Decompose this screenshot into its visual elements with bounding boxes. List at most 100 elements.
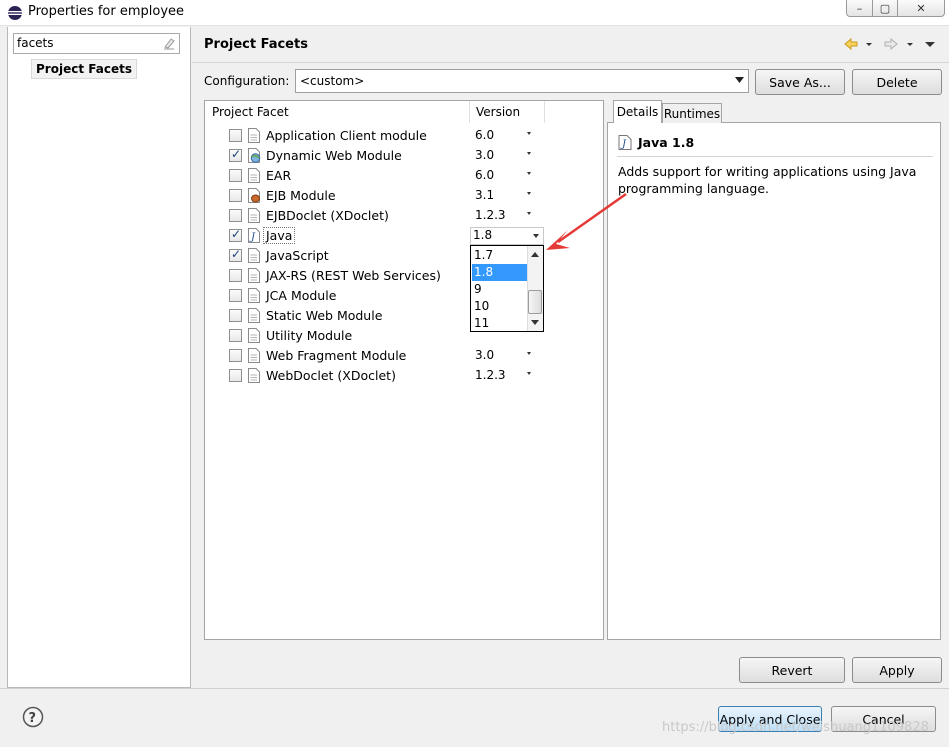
column-header-version[interactable]: Version xyxy=(470,101,545,123)
facet-checkbox[interactable] xyxy=(229,189,242,202)
table-row[interactable]: Application Client module 6.0 xyxy=(205,125,603,145)
chevron-down-icon[interactable] xyxy=(527,192,531,195)
facet-name: Dynamic Web Module xyxy=(266,148,402,163)
version-option[interactable]: 1.8 xyxy=(472,264,527,281)
table-row[interactable]: Dynamic Web Module 3.0 xyxy=(205,145,603,165)
facet-name: EJBDoclet (XDoclet) xyxy=(266,208,389,223)
details-panel xyxy=(607,122,941,640)
facet-checkbox[interactable] xyxy=(229,269,242,282)
facet-name: JAX-RS (REST Web Services) xyxy=(266,268,441,283)
facet-name: JavaScript xyxy=(266,248,329,263)
facet-name: Application Client module xyxy=(266,128,427,143)
back-menu-chevron-down-icon[interactable] xyxy=(864,36,874,52)
chevron-down-icon[interactable] xyxy=(527,352,531,355)
bean-icon xyxy=(247,188,261,203)
close-button[interactable]: ✕ xyxy=(897,0,945,17)
page-title: Project Facets xyxy=(204,37,308,52)
chevron-down-icon[interactable] xyxy=(735,77,744,83)
details-description: Adds support for writing applications us… xyxy=(618,164,917,196)
facet-version[interactable]: 3.0 xyxy=(475,148,494,162)
page-icon xyxy=(247,208,261,223)
page-icon xyxy=(247,248,261,263)
minimize-button[interactable]: – xyxy=(846,0,873,17)
maximize-button[interactable]: ▢ xyxy=(872,0,898,17)
svg-text:J: J xyxy=(620,139,627,150)
facet-name: EAR xyxy=(266,168,292,183)
java-file-icon: J xyxy=(618,135,632,150)
chevron-down-icon[interactable] xyxy=(527,152,531,155)
facet-version[interactable]: 6.0 xyxy=(475,128,494,142)
header-divider xyxy=(192,62,949,63)
page-icon xyxy=(247,128,261,143)
window-title: Properties for employee xyxy=(28,4,185,19)
version-option[interactable]: 11 xyxy=(472,315,527,332)
back-arrow-icon[interactable] xyxy=(843,36,859,52)
footer-divider xyxy=(0,688,949,689)
delete-button[interactable]: Delete xyxy=(852,69,942,95)
clear-filter-icon[interactable] xyxy=(162,36,176,50)
facet-checkbox[interactable] xyxy=(229,147,242,162)
facet-checkbox[interactable] xyxy=(229,289,242,302)
chevron-down-icon[interactable] xyxy=(527,132,531,135)
filter-input-value: facets xyxy=(17,36,54,50)
facet-version[interactable]: 1.2.3 xyxy=(475,368,506,382)
facet-version[interactable]: 3.0 xyxy=(475,348,494,362)
facet-name: JCA Module xyxy=(266,288,337,303)
facet-checkbox[interactable] xyxy=(229,247,242,262)
configuration-label: Configuration: xyxy=(204,74,290,88)
facet-version[interactable]: 6.0 xyxy=(475,168,494,182)
facet-name: Java xyxy=(263,227,296,244)
page-icon xyxy=(247,168,261,183)
svg-text:?: ? xyxy=(29,711,37,726)
table-row[interactable]: Web Fragment Module 3.0 xyxy=(205,345,603,365)
forward-arrow-icon[interactable] xyxy=(883,36,899,52)
facet-name: WebDoclet (XDoclet) xyxy=(266,368,396,383)
tree-item-project-facets[interactable]: Project Facets xyxy=(31,59,137,79)
facet-name: Static Web Module xyxy=(266,308,383,323)
facet-checkbox[interactable] xyxy=(229,329,242,342)
tab-runtimes[interactable]: Runtimes xyxy=(662,103,722,123)
scroll-down-arrow-icon[interactable] xyxy=(531,320,539,326)
version-option[interactable]: 9 xyxy=(472,281,527,298)
facet-checkbox[interactable] xyxy=(229,369,242,382)
revert-button[interactable]: Revert xyxy=(739,657,845,683)
facet-checkbox[interactable] xyxy=(229,227,242,242)
java-version-select-value: 1.8 xyxy=(473,228,493,242)
facet-checkbox[interactable] xyxy=(229,209,242,222)
facet-checkbox[interactable] xyxy=(229,169,242,182)
svg-text:J: J xyxy=(249,232,256,243)
page-icon xyxy=(247,368,261,383)
chevron-down-icon[interactable] xyxy=(527,172,531,175)
forward-menu-chevron-down-icon[interactable] xyxy=(905,36,915,52)
configuration-select-value: <custom> xyxy=(300,74,365,88)
facet-checkbox[interactable] xyxy=(229,309,242,322)
page-icon xyxy=(247,308,261,323)
chevron-down-icon[interactable] xyxy=(527,212,531,215)
save-as-button[interactable]: Save As... xyxy=(755,69,845,95)
tab-details[interactable]: Details xyxy=(613,100,662,123)
page-icon xyxy=(247,288,261,303)
apply-button[interactable]: Apply xyxy=(852,657,942,683)
page-icon xyxy=(247,348,261,363)
facet-name: Web Fragment Module xyxy=(266,348,407,363)
facet-version[interactable]: 3.1 xyxy=(475,188,494,202)
chevron-down-icon[interactable] xyxy=(527,372,531,375)
scrollbar-thumb[interactable] xyxy=(528,290,542,314)
facet-version[interactable]: 1.2.3 xyxy=(475,208,506,222)
help-icon[interactable]: ? xyxy=(22,706,44,728)
eclipse-app-icon xyxy=(8,6,22,20)
version-option[interactable]: 10 xyxy=(472,298,527,315)
table-row[interactable]: WebDoclet (XDoclet) 1.2.3 xyxy=(205,365,603,385)
table-row[interactable]: EAR 6.0 xyxy=(205,165,603,185)
facet-checkbox[interactable] xyxy=(229,129,242,142)
annotation-arrow-icon xyxy=(546,192,627,250)
java-file-icon: J xyxy=(247,228,261,243)
watermark-text: https://blog.csdn.net/weishuang1109828 xyxy=(662,720,929,735)
chevron-down-icon[interactable] xyxy=(533,234,539,238)
facet-checkbox[interactable] xyxy=(229,349,242,362)
version-option[interactable]: 1.7 xyxy=(472,247,527,264)
view-menu-chevron-down-icon[interactable] xyxy=(924,36,936,52)
page-icon xyxy=(247,268,261,283)
column-header-project-facet[interactable]: Project Facet xyxy=(205,101,470,123)
scroll-up-arrow-icon[interactable] xyxy=(531,251,539,257)
